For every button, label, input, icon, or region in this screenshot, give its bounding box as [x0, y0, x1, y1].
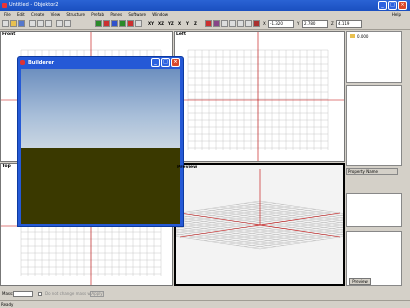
paint-icon[interactable]	[213, 20, 220, 27]
menu-help[interactable]: Help	[392, 11, 401, 18]
undo-icon[interactable]	[56, 20, 63, 27]
apply-button[interactable]: Apply	[90, 291, 104, 297]
builderer-icon	[20, 60, 25, 65]
preview-viewport[interactable]: Preview	[174, 163, 345, 286]
xy-button[interactable]: XY	[148, 20, 154, 27]
menu-view[interactable]: View	[51, 12, 61, 17]
yz-button[interactable]: YZ	[168, 20, 174, 27]
bottom-bar: Mass: Do not change mass w. Apply	[0, 288, 410, 300]
menu-bar: File Edit Create View Structure Prefab P…	[0, 11, 410, 18]
status-bar: Ready	[0, 300, 410, 307]
left-grid	[175, 32, 344, 161]
save-icon[interactable]	[18, 20, 25, 27]
maximize-button[interactable]: □	[388, 1, 397, 10]
texture-icon[interactable]	[253, 20, 260, 27]
x-coord-field[interactable]: -1.320	[268, 20, 294, 28]
z-axis-button[interactable]: Z	[194, 20, 197, 27]
xz-button[interactable]: XZ	[158, 20, 164, 27]
mass-checkbox[interactable]	[38, 292, 42, 296]
menu-edit[interactable]: Edit	[17, 12, 25, 17]
paste-icon[interactable]	[45, 20, 52, 27]
builderer-title-bar: Builderer _ □ ×	[18, 57, 183, 69]
z-coord-field[interactable]: 4.119	[336, 20, 362, 28]
menu-structure[interactable]: Structure	[66, 12, 85, 17]
ground-render	[21, 148, 180, 224]
window-title: Untitled - Objektor2	[9, 2, 59, 8]
y-coord-field[interactable]: 2.780	[302, 20, 328, 28]
status-text: Ready	[1, 302, 14, 307]
x-coord-label: X	[263, 21, 266, 26]
close-button[interactable]: ×	[398, 1, 407, 10]
list-item[interactable]: 0.000	[350, 34, 368, 40]
x-axis-button[interactable]: X	[178, 20, 181, 27]
builderer-window[interactable]: Builderer _ □ ×	[17, 56, 184, 227]
toolbar: XY XZ YZ X Y Z X -1.320 Y 2.780 Z 4.119	[0, 18, 410, 30]
checkbox-label: Do not change mass w.	[45, 291, 92, 296]
copy-icon[interactable]	[37, 20, 44, 27]
object-list[interactable]: 0.000	[346, 31, 402, 83]
menu-create[interactable]: Create	[31, 12, 44, 17]
menu-window[interactable]: Window	[152, 12, 168, 17]
builderer-minimize-button[interactable]: _	[151, 58, 160, 67]
builderer-title: Builderer	[28, 60, 55, 66]
viewport-label: Left	[176, 32, 187, 37]
link-icon[interactable]	[127, 20, 134, 27]
left-viewport[interactable]: Left	[174, 31, 345, 162]
solid-icon[interactable]	[245, 20, 252, 27]
viewport-label: Top	[2, 164, 11, 169]
viewport-label: Front	[2, 32, 16, 37]
properties-panel[interactable]	[346, 85, 402, 166]
mass-field[interactable]	[13, 291, 33, 297]
y-coord-label: Y	[297, 21, 300, 26]
preview-button[interactable]: Preview	[349, 278, 371, 285]
rotate-icon[interactable]	[103, 20, 110, 27]
menu-software[interactable]: Software	[128, 12, 146, 17]
z-coord-label: Z	[331, 21, 334, 26]
grid-icon[interactable]	[221, 20, 228, 27]
perspective-grid	[176, 169, 343, 250]
y-axis-button[interactable]: Y	[186, 20, 189, 27]
select-icon[interactable]	[119, 20, 126, 27]
title-bar: Untitled - Objektor2 _ □ ×	[0, 0, 410, 11]
scale-icon[interactable]	[111, 20, 118, 27]
cut-icon[interactable]	[29, 20, 36, 27]
menu-panes[interactable]: Panes	[110, 12, 122, 17]
redo-icon[interactable]	[64, 20, 71, 27]
list-item-label: 0.000	[357, 34, 369, 39]
builderer-maximize-button[interactable]: □	[161, 58, 170, 67]
property-value-panel[interactable]	[346, 193, 402, 227]
snap-icon[interactable]	[229, 20, 236, 27]
wireframe-icon[interactable]	[237, 20, 244, 27]
open-icon[interactable]	[10, 20, 17, 27]
delete-icon[interactable]	[205, 20, 212, 27]
new-icon[interactable]	[2, 20, 9, 27]
minimize-button[interactable]: _	[378, 1, 387, 10]
menu-file[interactable]: File	[4, 12, 11, 17]
property-name-header[interactable]: Property Name	[346, 168, 398, 175]
unlink-icon[interactable]	[135, 20, 142, 27]
menu-prefab[interactable]: Prefab	[91, 12, 104, 17]
sky-render	[21, 69, 180, 148]
app-icon	[2, 3, 7, 8]
viewport-label: Preview	[177, 165, 198, 170]
folder-icon	[350, 34, 355, 38]
move-icon[interactable]	[95, 20, 102, 27]
mass-label: Mass:	[2, 291, 14, 296]
builderer-close-button[interactable]: ×	[171, 58, 180, 67]
